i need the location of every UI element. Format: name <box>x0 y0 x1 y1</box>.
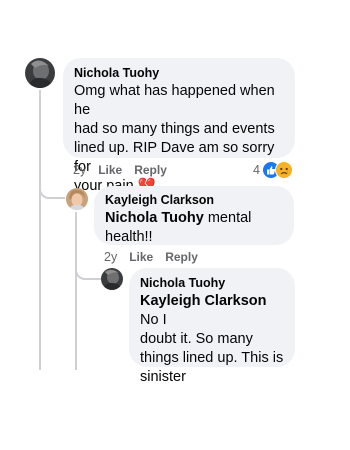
comment-timestamp[interactable]: 2y <box>73 163 86 177</box>
avatar[interactable] <box>25 58 55 88</box>
comment-author[interactable]: Nichola Tuohy <box>140 275 285 291</box>
comment-author[interactable]: Kayleigh Clarkson <box>105 192 284 208</box>
comment-bubble: Nichola Tuohy Kayleigh Clarkson No I dou… <box>129 268 295 385</box>
mention-link[interactable]: Nichola Tuohy <box>105 210 204 226</box>
thread-branch-curve-1 <box>39 185 65 199</box>
comment-actions: 2y Like Reply <box>104 250 198 264</box>
thread-branch-curve-2 <box>75 264 101 280</box>
reaction-count: 4 <box>253 163 260 177</box>
thread-line-main <box>39 90 41 370</box>
comment-thread: Nichola Tuohy Omg what has happened when… <box>0 0 350 450</box>
avatar[interactable] <box>101 268 123 290</box>
thread-line-reply <box>75 212 77 370</box>
comment-author[interactable]: Nichola Tuohy <box>74 65 285 81</box>
comment-text: Kayleigh Clarkson No I doubt it. So many… <box>140 293 284 385</box>
comment-bubble: Nichola Tuohy Omg what has happened when… <box>63 58 295 194</box>
comment-text: Nichola Tuohy mental health!! <box>105 210 252 245</box>
comment-timestamp[interactable]: 2y <box>104 250 117 264</box>
mention-link[interactable]: Kayleigh Clarkson <box>140 293 267 309</box>
avatar[interactable] <box>66 188 88 210</box>
comment-bubble: Kayleigh Clarkson Nichola Tuohy mental h… <box>94 186 294 245</box>
like-button[interactable]: Like <box>98 163 122 177</box>
reply-button[interactable]: Reply <box>134 163 167 177</box>
like-button[interactable]: Like <box>129 250 153 264</box>
comment-actions: 2y Like Reply <box>73 163 167 177</box>
reply-button[interactable]: Reply <box>165 250 198 264</box>
reaction-summary[interactable]: 4 <box>253 161 293 179</box>
sad-reaction-icon <box>274 161 293 179</box>
